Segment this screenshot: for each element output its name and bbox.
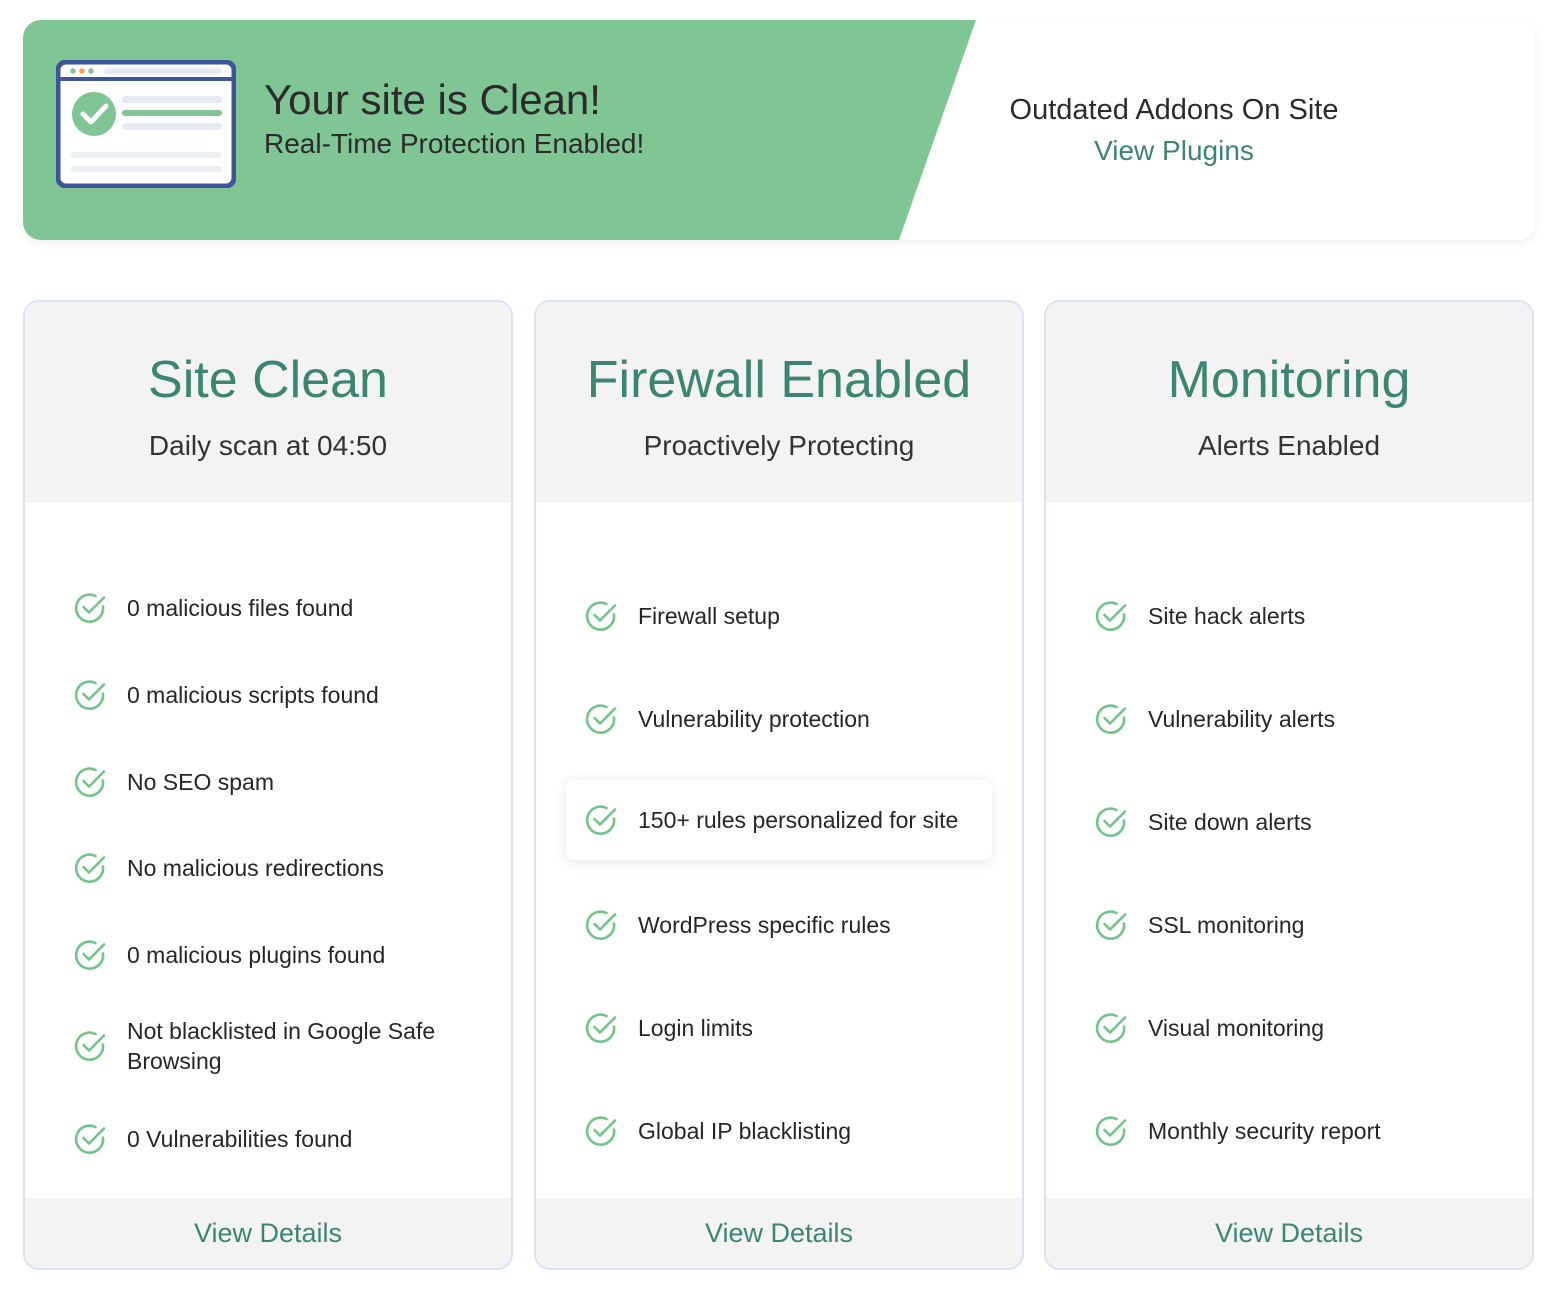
check-circle-icon [1095, 1013, 1127, 1043]
list-item: No malicious redirections [73, 843, 473, 893]
list-item: Not blacklisted in Google Safe Browsing [73, 1011, 473, 1081]
list-item-label: 0 malicious scripts found [127, 682, 379, 708]
list-item-label: Not blacklisted in Google Safe Browsing [127, 1018, 436, 1074]
list-item-label: Firewall setup [638, 603, 780, 629]
card-subtitle: Alerts Enabled [1197, 430, 1381, 461]
list-item-label: Vulnerability protection [638, 706, 870, 732]
view-plugins-link[interactable]: View Plugins [953, 135, 1395, 167]
check-circle-icon [74, 767, 106, 797]
browser-check-icon [56, 60, 236, 188]
card-header: Monitoring Alerts Enabled [1046, 302, 1532, 502]
check-circle-icon [74, 1124, 106, 1154]
card-firewall: Firewall Enabled Proactively Protecting … [534, 300, 1024, 1270]
view-details-link[interactable]: View Details [1215, 1218, 1363, 1249]
list-item: Monthly security report [1094, 1106, 1494, 1156]
check-circle-icon [74, 593, 106, 623]
card-footer: View Details [536, 1198, 1022, 1268]
view-details-link[interactable]: View Details [194, 1218, 342, 1249]
card-subtitle: Proactively Protecting [643, 430, 915, 461]
list-item: Site down alerts [1094, 797, 1494, 847]
list-item-label: WordPress specific rules [638, 912, 891, 938]
check-circle-icon [74, 1031, 106, 1061]
card-subtitle: Daily scan at 04:50 [148, 430, 388, 461]
card-footer: View Details [25, 1198, 511, 1268]
check-circle-icon [585, 805, 617, 835]
card-header: Site Clean Daily scan at 04:50 [25, 302, 511, 502]
list-item-label: 0 malicious files found [127, 595, 354, 621]
check-circle-icon [74, 853, 106, 883]
card-title: Site Clean [148, 351, 388, 409]
list-item-label: Vulnerability alerts [1148, 706, 1336, 732]
list-item: 0 malicious plugins found [73, 930, 473, 980]
check-circle-icon [585, 704, 617, 734]
list-item: Site hack alerts [1094, 591, 1494, 641]
view-details-link[interactable]: View Details [705, 1218, 853, 1249]
check-circle-icon [74, 940, 106, 970]
list-item: Visual monitoring [1094, 1003, 1494, 1053]
banner-subtitle: Real-Time Protection Enabled! [264, 128, 645, 159]
list-item-label: Global IP blacklisting [638, 1118, 852, 1144]
check-circle-icon [1095, 601, 1127, 631]
status-banner: Your site is Clean! Real-Time Protection… [23, 20, 1535, 240]
list-item-label: Site down alerts [1148, 809, 1312, 835]
list-item: Vulnerability alerts [1094, 694, 1494, 744]
card-header: Firewall Enabled Proactively Protecting [536, 302, 1022, 502]
check-circle-icon [1095, 910, 1127, 940]
card-title: Monitoring [1167, 351, 1411, 409]
banner-title: Your site is Clean! [264, 76, 601, 123]
card-site-clean: Site Clean Daily scan at 04:50 0 malicio… [23, 300, 513, 1270]
list-item: No SEO spam [73, 757, 473, 807]
list-item: 0 Vulnerabilities found [73, 1114, 473, 1164]
list-item-label: Visual monitoring [1148, 1015, 1325, 1041]
check-circle-icon [585, 1013, 617, 1043]
list-item-label: 0 Vulnerabilities found [127, 1126, 353, 1152]
card-title: Firewall Enabled [586, 351, 972, 409]
check-circle-icon [74, 680, 106, 710]
list-item-label: No SEO spam [127, 769, 274, 795]
list-item-label: 0 malicious plugins found [127, 942, 386, 968]
list-item: WordPress specific rules [584, 900, 984, 950]
list-item: Global IP blacklisting [584, 1106, 984, 1156]
list-item: 0 malicious files found [73, 583, 473, 633]
outdated-addons-label: Outdated Addons On Site [1009, 94, 1339, 126]
list-item-highlighted: 150+ rules personalized for site [566, 780, 992, 860]
card-monitoring: Monitoring Alerts Enabled Site hack aler… [1044, 300, 1534, 1270]
check-circle-icon [1095, 1116, 1127, 1146]
check-circle-icon [1095, 807, 1127, 837]
check-circle-icon [585, 1116, 617, 1146]
list-item-label: SSL monitoring [1148, 912, 1305, 938]
list-item: SSL monitoring [1094, 900, 1494, 950]
list-item: Vulnerability protection [584, 694, 984, 744]
outdated-addons-panel: Outdated Addons On Site View Plugins [953, 94, 1395, 167]
list-item-label: No malicious redirections [127, 855, 384, 881]
card-footer: View Details [1046, 1198, 1532, 1268]
list-item-label: Site hack alerts [1148, 603, 1306, 629]
list-item-label: Monthly security report [1148, 1118, 1381, 1144]
list-item: Firewall setup [584, 591, 984, 641]
list-item: Login limits [584, 1003, 984, 1053]
list-item-label: 150+ rules personalized for site [638, 807, 959, 833]
check-circle-icon [585, 910, 617, 940]
check-circle-icon [1095, 704, 1127, 734]
list-item: 0 malicious scripts found [73, 670, 473, 720]
list-item-label: Login limits [638, 1015, 754, 1041]
check-circle-icon [585, 601, 617, 631]
